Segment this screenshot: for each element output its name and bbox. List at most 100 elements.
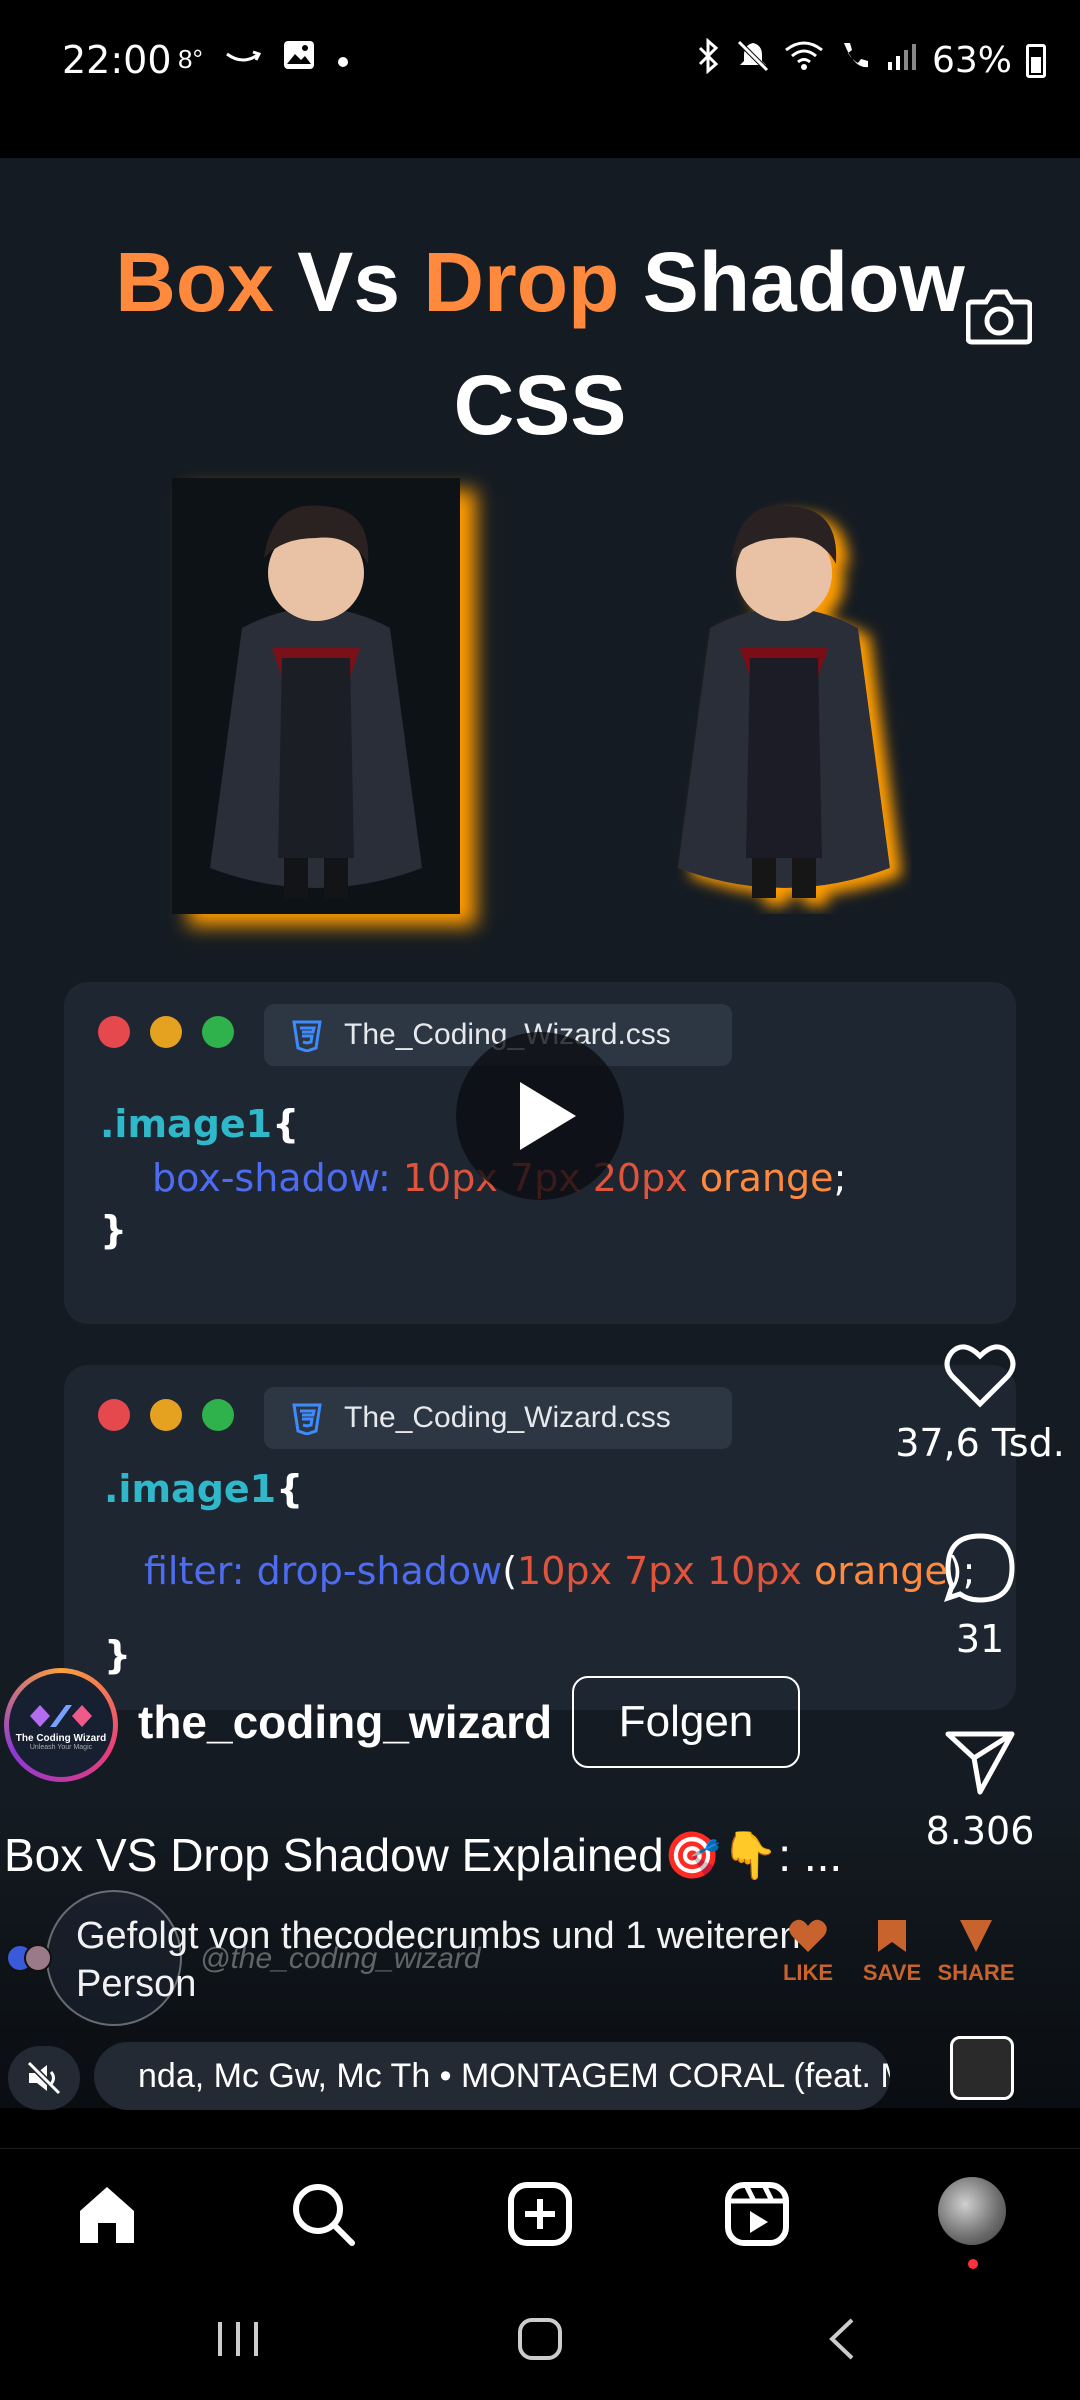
bottom-navigation: [0, 2148, 1080, 2278]
css-value-keyword: orange: [699, 1156, 834, 1200]
author-avatar-image: The Coding Wizard Unleash Your Magic: [9, 1673, 113, 1777]
wifi-icon: [784, 40, 824, 81]
author-username[interactable]: the_coding_wizard: [138, 1695, 552, 1749]
share-count: 8.306: [925, 1809, 1035, 1853]
like-count: 37,6 Tsd.: [895, 1421, 1065, 1465]
overlay-share: SHARE: [936, 1918, 1016, 1986]
dot-icon: [337, 42, 349, 76]
music-track-name: nda, Mc Gw, Mc Th • MONTAGEM CORAL (feat…: [138, 2056, 890, 2095]
share-action[interactable]: 8.306: [880, 1730, 1080, 1853]
create-post-icon[interactable]: [505, 2179, 575, 2249]
author-avatar[interactable]: The Coding Wizard Unleash Your Magic: [4, 1668, 118, 1782]
speaker-muted-icon: [26, 2061, 62, 2095]
notification-dot: [968, 2259, 978, 2269]
title-word-drop: Drop: [423, 235, 620, 329]
play-button[interactable]: [456, 1032, 624, 1200]
css-selector: .image1: [104, 1467, 277, 1511]
window-dots: [98, 1399, 234, 1431]
code-line-property: filter: drop-shadow(10px 7px 10px orange…: [144, 1549, 975, 1593]
audio-cover-thumbnail[interactable]: [950, 2036, 1014, 2100]
overlay-heart-icon: [789, 1919, 827, 1952]
amazon-icon: [225, 42, 261, 76]
character-illustration-glow: [678, 505, 890, 898]
search-icon[interactable]: [288, 2179, 358, 2249]
follow-button[interactable]: Folgen: [572, 1676, 800, 1768]
gallery-icon: [283, 40, 315, 78]
music-track-pill[interactable]: nda, Mc Gw, Mc Th • MONTAGEM CORAL (feat…: [94, 2042, 890, 2110]
status-right-icons: 63%: [696, 37, 1046, 83]
title-word-vs: Vs: [297, 235, 401, 329]
battery-icon: [1026, 43, 1046, 78]
mute-status-icon: [736, 39, 770, 82]
reel-caption[interactable]: Box VS Drop Shadow Explained🎯👇: ...: [4, 1828, 842, 1883]
close-dot: [98, 1399, 130, 1431]
open-brace: {: [272, 1102, 300, 1146]
like-action[interactable]: 37,6 Tsd.: [880, 1342, 1080, 1465]
system-navigation-bar: [0, 2278, 1080, 2400]
drop-shadow-example-image: [640, 478, 928, 914]
css-value-numbers: 10px 7px 10px: [517, 1549, 802, 1593]
minimize-dot: [150, 1016, 182, 1048]
maximize-dot: [202, 1016, 234, 1048]
character-illustration: [210, 505, 422, 898]
video-title-line2: CSS: [453, 358, 627, 452]
profile-avatar[interactable]: [938, 2177, 1006, 2245]
comment-count: 31: [955, 1617, 1005, 1661]
title-word-shadow: Shadow: [642, 235, 965, 329]
overlay-save-label: SAVE: [862, 1960, 922, 1985]
overlay-save: SAVE: [852, 1918, 932, 1986]
call-icon: [838, 39, 872, 82]
file-tab: The_Coding_Wizard.css: [264, 1387, 732, 1449]
title-word-box: Box: [115, 235, 274, 329]
open-brace: {: [276, 1467, 304, 1511]
overlay-like-label: LIKE: [782, 1960, 834, 1985]
status-left-icons: 8°: [178, 40, 349, 78]
follower-avatar: [24, 1944, 52, 1972]
play-icon: [520, 1082, 576, 1150]
css-selector: .image1: [100, 1102, 273, 1146]
css-property: filter: drop-shadow: [144, 1549, 503, 1593]
mute-button[interactable]: [8, 2046, 80, 2110]
window-dots: [98, 1016, 234, 1048]
code-line-selector: .image1{: [104, 1467, 303, 1511]
status-time: 22:00: [62, 38, 172, 82]
code-line-close: }: [104, 1633, 131, 1677]
css-icon: [292, 1020, 322, 1052]
overlay-bookmark-icon: [878, 1920, 906, 1952]
overlay-share-label: SHARE: [937, 1960, 1015, 1985]
creator-watermark: @the_coding_wizard: [200, 1942, 481, 1975]
code-line-close: }: [100, 1208, 127, 1252]
status-bar: 22:00 8° 63%: [0, 0, 1080, 120]
avatar-subtitle-text: Unleash Your Magic: [29, 1744, 93, 1751]
close-dot: [98, 1016, 130, 1048]
followed-by-avatars: [6, 1944, 52, 1972]
comment-action[interactable]: 31: [880, 1532, 1080, 1661]
file-tab-name: The_Coding_Wizard.css: [344, 1401, 671, 1434]
css-property: box-shadow:: [152, 1156, 391, 1200]
code-panel-drop-shadow: The_Coding_Wizard.css .image1{ filter: d…: [64, 1365, 1016, 1710]
signal-icon: [886, 40, 918, 81]
maximize-dot: [202, 1399, 234, 1431]
open-paren: (: [502, 1549, 518, 1593]
coding-wizard-logo-icon: [30, 1705, 92, 1727]
avatar-title-text: The Coding Wizard: [15, 1733, 107, 1744]
back-icon[interactable]: [822, 2316, 862, 2362]
battery-percent: 63%: [931, 40, 1012, 81]
home-system-icon[interactable]: [516, 2316, 564, 2362]
send-icon[interactable]: [944, 1730, 1016, 1796]
heart-icon[interactable]: [944, 1342, 1016, 1408]
box-shadow-example-image: [172, 478, 460, 914]
close-brace: }: [100, 1208, 128, 1252]
home-icon[interactable]: [72, 2179, 142, 2249]
bluetooth-icon: [696, 37, 722, 83]
overlay-like: LIKE: [768, 1918, 848, 1986]
overlay-share-icon: [960, 1920, 992, 1952]
comment-icon[interactable]: [944, 1532, 1016, 1604]
video-title-line1: Box Vs Drop Shadow: [0, 232, 1080, 332]
recent-apps-icon[interactable]: [214, 2318, 262, 2360]
css-semicolon: ;: [833, 1156, 847, 1200]
code-line-selector: .image1{: [100, 1102, 299, 1146]
temperature-label: 8°: [178, 43, 203, 74]
reels-icon[interactable]: [722, 2179, 792, 2249]
minimize-dot: [150, 1399, 182, 1431]
